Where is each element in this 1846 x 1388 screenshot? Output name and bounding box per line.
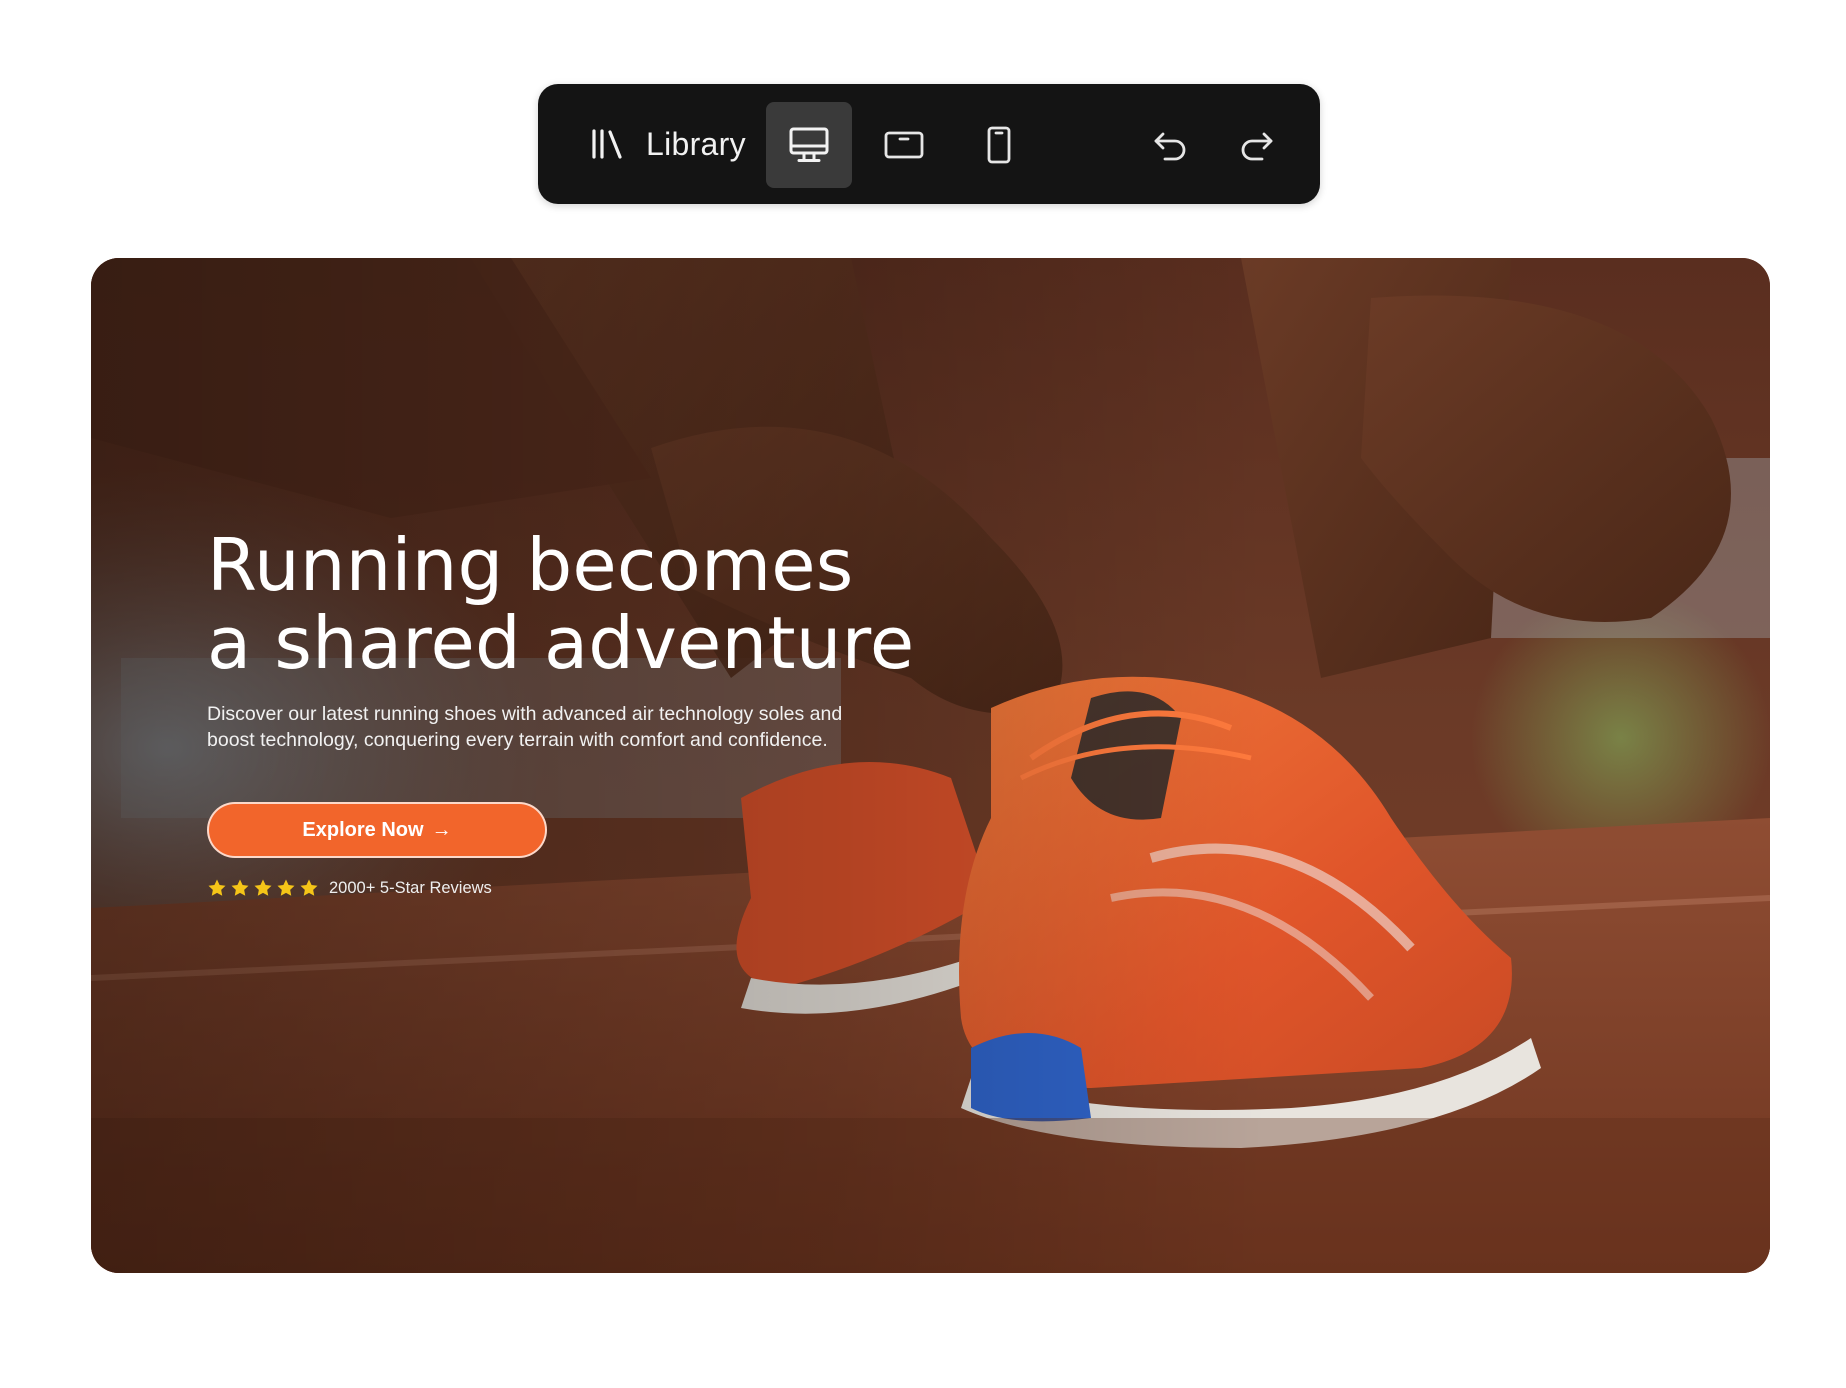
star-icon <box>254 879 272 896</box>
hero-title-line-2: a shared adventure <box>207 601 915 685</box>
arrow-right-icon: → <box>431 818 452 841</box>
mobile-view-button[interactable] <box>956 102 1042 188</box>
hero-title: Running becomes a shared adventure <box>207 526 1107 682</box>
hero-section: Running becomes a shared adventure Disco… <box>91 258 1770 1273</box>
page: Library Running becomes a shared adventu… <box>0 0 1846 1388</box>
undo-icon <box>1151 127 1191 163</box>
redo-icon <box>1236 127 1276 163</box>
star-icon <box>300 879 318 896</box>
redo-button[interactable] <box>1213 102 1299 188</box>
explore-now-button[interactable]: Explore Now → <box>207 802 547 858</box>
hero-description: Discover our latest running shoes with a… <box>207 701 967 753</box>
hero-overlay <box>91 258 1770 1273</box>
tablet-icon <box>883 129 925 161</box>
library-button[interactable]: Library <box>590 114 746 174</box>
tablet-view-button[interactable] <box>861 102 947 188</box>
rating-text: 2000+ 5-Star Reviews <box>329 878 492 897</box>
star-icon <box>231 879 249 896</box>
star-icon <box>277 879 295 896</box>
desktop-view-button[interactable] <box>766 102 852 188</box>
review-rating: 2000+ 5-Star Reviews <box>207 878 492 898</box>
hero-description-line-1: Discover our latest running shoes with a… <box>207 703 843 725</box>
mobile-icon <box>984 125 1014 165</box>
library-label: Library <box>646 125 746 162</box>
desktop-icon <box>787 125 831 165</box>
editor-toolbar: Library <box>538 84 1320 204</box>
explore-now-label: Explore Now <box>302 818 424 841</box>
hero-title-line-1: Running becomes <box>207 523 854 607</box>
hero-description-line-2: boost technology, conquering every terra… <box>207 729 828 751</box>
star-icon <box>208 879 226 896</box>
library-icon <box>590 128 624 160</box>
undo-button[interactable] <box>1128 102 1214 188</box>
rating-stars <box>207 878 319 898</box>
